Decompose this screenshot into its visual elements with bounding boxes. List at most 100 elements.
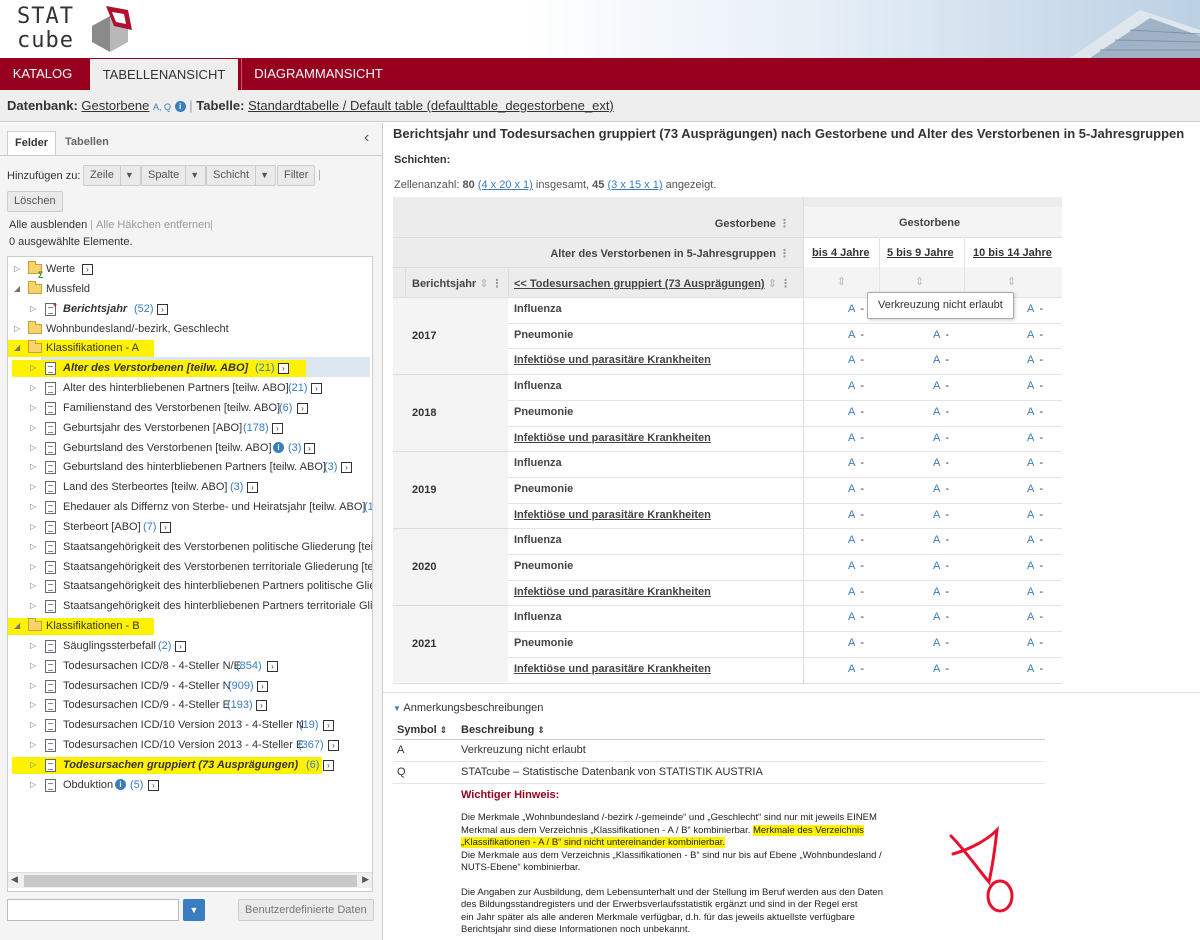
cause-cell[interactable]: Infektiöse und parasitäre Krankheiten bbox=[514, 663, 711, 675]
database-link[interactable]: Gestorbene bbox=[81, 98, 149, 113]
tree-node-familienstand[interactable]: ▷ Familienstand des Verstorbenen [teilw.… bbox=[8, 398, 368, 418]
add-arrow-icon[interactable]: › bbox=[257, 680, 268, 692]
tree-horizontal-scrollbar[interactable]: ◀ ▶ bbox=[8, 872, 372, 888]
add-arrow-icon[interactable]: › bbox=[175, 640, 186, 652]
expand-icon[interactable]: ▷ bbox=[30, 358, 38, 378]
add-arrow-icon[interactable]: › bbox=[323, 719, 334, 731]
expand-icon[interactable]: ▷ bbox=[30, 537, 38, 557]
custom-data-button[interactable]: Benutzerdefinierte Daten bbox=[238, 899, 374, 921]
tab-diagrammansicht[interactable]: DIAGRAMMANSICHT bbox=[241, 58, 395, 90]
tab-felder[interactable]: Felder bbox=[7, 131, 57, 155]
symbol-link[interactable]: A bbox=[1027, 637, 1034, 649]
symbol-link[interactable]: A bbox=[1027, 303, 1034, 315]
expand-icon[interactable]: ▷ bbox=[30, 715, 38, 735]
add-arrow-icon[interactable]: › bbox=[278, 362, 289, 374]
symbol-link[interactable]: A bbox=[933, 534, 940, 546]
add-arrow-icon[interactable]: › bbox=[323, 759, 334, 771]
tree-node-berichtsjahr[interactable]: ▷ Berichtsjahr (52) › bbox=[8, 298, 368, 319]
add-layer-button[interactable]: Schicht ▼ bbox=[206, 165, 276, 186]
database-flags[interactable]: A, Q bbox=[153, 102, 171, 112]
add-arrow-icon[interactable]: › bbox=[157, 303, 168, 315]
expand-icon[interactable]: ▷ bbox=[30, 378, 38, 398]
symbol-link[interactable]: A bbox=[848, 432, 855, 444]
statcube-logo[interactable]: STAT cube bbox=[17, 6, 74, 54]
col-description[interactable]: Beschreibung ⇕ bbox=[461, 724, 545, 736]
sort-icon[interactable]: ⇕ bbox=[837, 275, 846, 288]
symbol-link[interactable]: A bbox=[1027, 457, 1034, 469]
expand-icon[interactable]: ▷ bbox=[30, 299, 38, 319]
expand-icon[interactable]: ▷ bbox=[14, 259, 22, 279]
tree-node-mussfeld[interactable]: ◢ Mussfeld bbox=[8, 279, 368, 299]
symbol-link[interactable]: A bbox=[933, 560, 940, 572]
scroll-left-icon[interactable]: ◀ bbox=[11, 874, 18, 885]
symbol-link[interactable]: A bbox=[1027, 534, 1034, 546]
symbol-link[interactable]: A bbox=[848, 611, 855, 623]
tree-node-staats-partner-pol[interactable]: ▷ Staatsangehörigkeit des hinterbliebene… bbox=[8, 576, 372, 596]
symbol-link[interactable]: A bbox=[933, 637, 940, 649]
symbol-link[interactable]: A bbox=[1027, 354, 1034, 366]
tree-node-icd10-e[interactable]: ▷ Todesursachen ICD/10 Version 2013 - 4-… bbox=[8, 735, 368, 755]
info-icon[interactable]: i bbox=[273, 442, 284, 453]
tab-tabellen[interactable]: Tabellen bbox=[58, 131, 116, 155]
tree-node-icd9-n[interactable]: ▷ Todesursachen ICD/9 - 4-Steller N (909… bbox=[8, 676, 368, 696]
sort-icon[interactable]: ⇕ bbox=[915, 275, 924, 288]
expand-icon[interactable]: ▷ bbox=[30, 398, 38, 418]
expand-icon[interactable]: ▷ bbox=[30, 557, 38, 577]
annotations-toggle[interactable]: ▼ Anmerkungsbeschreibungen bbox=[393, 702, 543, 714]
collapse-icon[interactable]: ◢ bbox=[14, 616, 22, 636]
symbol-link[interactable]: A bbox=[933, 380, 940, 392]
symbol-link[interactable]: A bbox=[848, 534, 855, 546]
tree-node-land-sterbeortes[interactable]: ▷ Land des Sterbeortes [teilw. ABO] (3) … bbox=[8, 477, 368, 497]
symbol-link[interactable]: A bbox=[933, 663, 940, 675]
cause-cell[interactable]: Infektiöse und parasitäre Krankheiten bbox=[514, 586, 711, 598]
expand-icon[interactable]: ▷ bbox=[30, 636, 38, 656]
symbol-link[interactable]: A bbox=[1027, 509, 1034, 521]
hide-all-link[interactable]: Alle ausblenden bbox=[9, 219, 87, 231]
scroll-right-icon[interactable]: ▶ bbox=[362, 874, 369, 885]
expand-icon[interactable]: ▷ bbox=[30, 517, 38, 537]
symbol-link[interactable]: A bbox=[848, 560, 855, 572]
tree-node-geburtsjahr[interactable]: ▷ Geburtsjahr des Verstorbenen [ABO] (17… bbox=[8, 418, 368, 438]
symbol-link[interactable]: A bbox=[848, 483, 855, 495]
add-arrow-icon[interactable]: › bbox=[328, 739, 339, 751]
tree-node-klassifikationen-b[interactable]: ◢ Klassifikationen - B bbox=[8, 616, 368, 636]
symbol-link[interactable]: A bbox=[848, 303, 855, 315]
tree-node-staats-verst-pol[interactable]: ▷ Staatsangehörigkeit des Verstorbenen p… bbox=[8, 537, 372, 557]
collapse-icon[interactable]: ◢ bbox=[14, 279, 22, 299]
shown-dims-link[interactable]: (3 x 15 x 1) bbox=[607, 179, 662, 191]
sort-icon[interactable]: ⇕ bbox=[1007, 275, 1016, 288]
symbol-link[interactable]: A bbox=[933, 483, 940, 495]
symbol-link[interactable]: A bbox=[933, 406, 940, 418]
expand-icon[interactable]: ▷ bbox=[30, 497, 38, 517]
age-group-1[interactable]: 5 bis 9 Jahre bbox=[887, 247, 954, 259]
scroll-thumb[interactable] bbox=[24, 875, 357, 887]
cause-cell[interactable]: Infektiöse und parasitäre Krankheiten bbox=[514, 354, 711, 366]
search-input[interactable] bbox=[7, 899, 179, 921]
symbol-link[interactable]: A bbox=[848, 406, 855, 418]
tree-node-geburtsland[interactable]: ▷ Geburtsland des Verstorbenen [teilw. A… bbox=[8, 438, 368, 458]
cause-cell[interactable]: Infektiöse und parasitäre Krankheiten bbox=[514, 509, 711, 521]
expand-icon[interactable]: ▷ bbox=[30, 755, 38, 775]
symbol-link[interactable]: A bbox=[933, 457, 940, 469]
add-arrow-icon[interactable]: › bbox=[267, 660, 278, 672]
table-link[interactable]: Standardtabelle / Default table (default… bbox=[248, 98, 614, 113]
collapse-icon[interactable]: ◢ bbox=[14, 338, 22, 358]
add-arrow-icon[interactable]: › bbox=[148, 779, 159, 791]
symbol-link[interactable]: A bbox=[933, 329, 940, 341]
add-arrow-icon[interactable]: › bbox=[272, 422, 283, 434]
tab-katalog[interactable]: KATALOG bbox=[0, 58, 85, 90]
add-arrow-icon[interactable]: › bbox=[247, 481, 258, 493]
age-group-0[interactable]: bis 4 Jahre bbox=[812, 247, 869, 259]
tree-node-icd9-e[interactable]: ▷ Todesursachen ICD/9 - 4-Steller E (193… bbox=[8, 695, 368, 715]
add-row-button[interactable]: Zeile ▼ bbox=[83, 165, 141, 186]
tree-node-alter-verstorbenen[interactable]: ▷ Alter des Verstorbenen [teilw. ABO] (2… bbox=[8, 358, 368, 378]
collapse-panel-icon[interactable]: ‹ bbox=[364, 129, 369, 147]
tree-node-staats-verst-terr[interactable]: ▷ Staatsangehörigkeit des Verstorbenen t… bbox=[8, 557, 372, 577]
add-arrow-icon[interactable]: › bbox=[297, 402, 308, 414]
expand-icon[interactable]: ▷ bbox=[30, 695, 38, 715]
sort-icon[interactable]: ⇕ bbox=[479, 278, 488, 290]
add-arrow-icon[interactable]: › bbox=[256, 699, 267, 711]
symbol-link[interactable]: A bbox=[848, 663, 855, 675]
add-arrow-icon[interactable]: › bbox=[311, 382, 322, 394]
tree-node-ehedauer[interactable]: ▷ Ehedauer als Differnz von Sterbe- und … bbox=[8, 497, 372, 517]
